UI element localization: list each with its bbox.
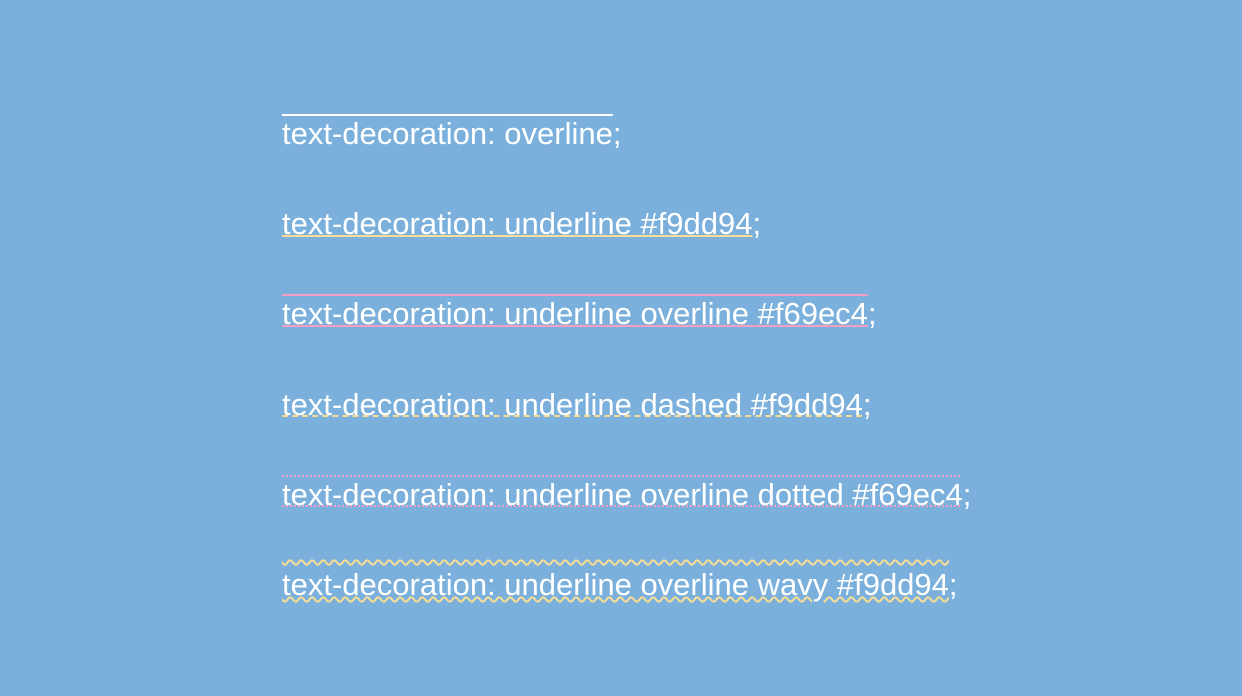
semicolon: ; — [949, 567, 958, 602]
css-example-line-5: text-decoration: underline overline dott… — [282, 476, 1242, 513]
semicolon: ; — [753, 206, 762, 241]
css-example-text: text-decoration: overline — [282, 116, 613, 151]
semicolon: ; — [868, 296, 877, 331]
semicolon: ; — [863, 387, 872, 422]
css-example-line-4: text-decoration: underline dashed #f9dd9… — [282, 386, 1242, 423]
css-example-text: text-decoration: underline overline dott… — [282, 477, 963, 512]
css-example-line-3: text-decoration: underline overline #f69… — [282, 295, 1242, 332]
css-example-text: text-decoration: underline overline wavy… — [282, 567, 949, 602]
css-example-line-6: text-decoration: underline overline wavy… — [282, 566, 1242, 603]
css-example-line-1: text-decoration: overline; — [282, 115, 1242, 152]
css-example-line-2: text-decoration: underline #f9dd94; — [282, 205, 1242, 242]
css-example-text: text-decoration: underline overline #f69… — [282, 296, 868, 331]
semicolon: ; — [613, 116, 622, 151]
css-example-text: text-decoration: underline dashed #f9dd9… — [282, 387, 863, 422]
css-example-text: text-decoration: underline #f9dd94 — [282, 206, 753, 241]
semicolon: ; — [963, 477, 972, 512]
